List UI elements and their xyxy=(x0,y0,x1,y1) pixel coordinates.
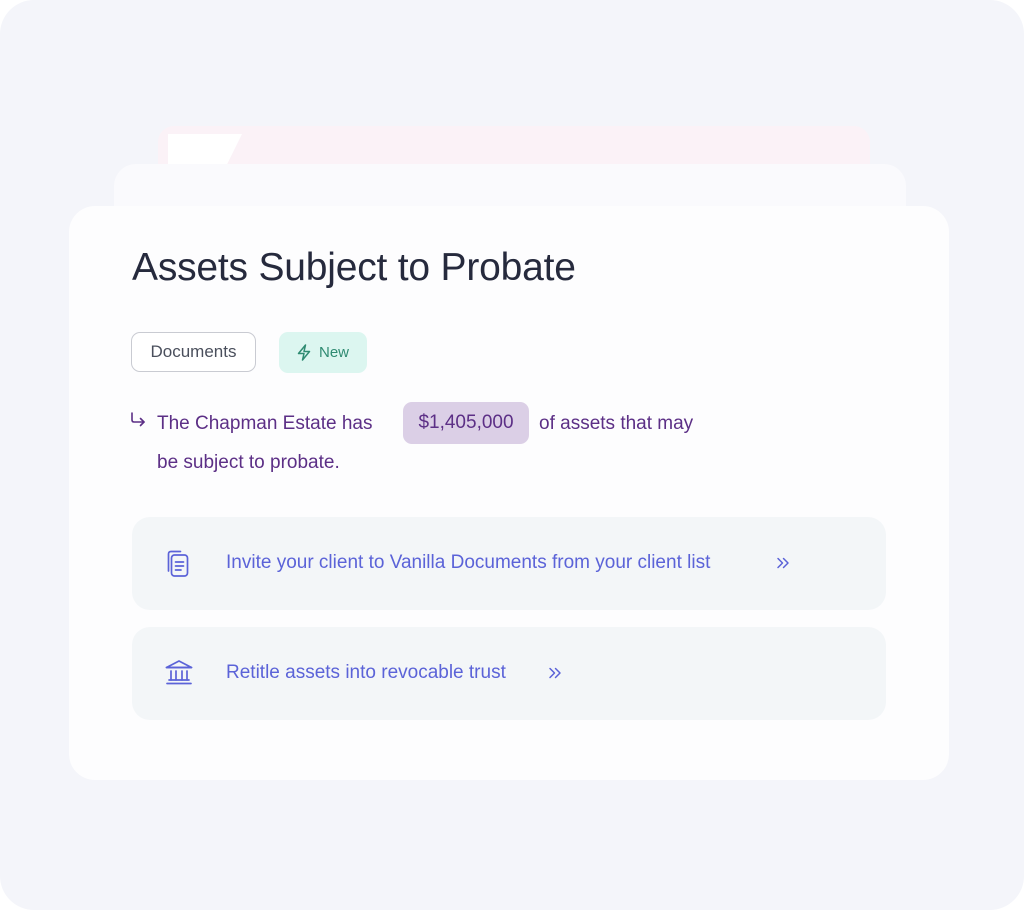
double-chevron-right-icon xyxy=(548,666,562,685)
lightning-icon xyxy=(297,344,311,361)
bank-icon xyxy=(164,659,194,692)
description-suffix: of assets that may xyxy=(539,413,694,434)
return-arrow-icon xyxy=(130,412,146,433)
probate-amount: $1,405,000 xyxy=(418,412,514,433)
retitle-assets-action[interactable]: Retitle assets into revocable trust xyxy=(132,627,886,720)
documents-tag-label: Documents xyxy=(150,342,237,361)
probate-amount-badge: $1,405,000 xyxy=(403,402,529,444)
description-line-2: be subject to probate. xyxy=(157,452,340,473)
new-badge-label: New xyxy=(318,344,349,361)
card-title: Assets Subject to Probate xyxy=(132,246,576,289)
double-chevron-right-icon xyxy=(776,556,790,575)
document-icon xyxy=(164,549,192,584)
retitle-assets-label: Retitle assets into revocable trust xyxy=(226,662,506,683)
new-badge: New xyxy=(279,332,367,373)
documents-tag[interactable]: Documents xyxy=(131,332,256,372)
invite-client-action[interactable]: Invite your client to Vanilla Documents … xyxy=(132,517,886,610)
invite-client-label: Invite your client to Vanilla Documents … xyxy=(226,552,711,573)
description-prefix: The Chapman Estate has xyxy=(157,413,373,434)
